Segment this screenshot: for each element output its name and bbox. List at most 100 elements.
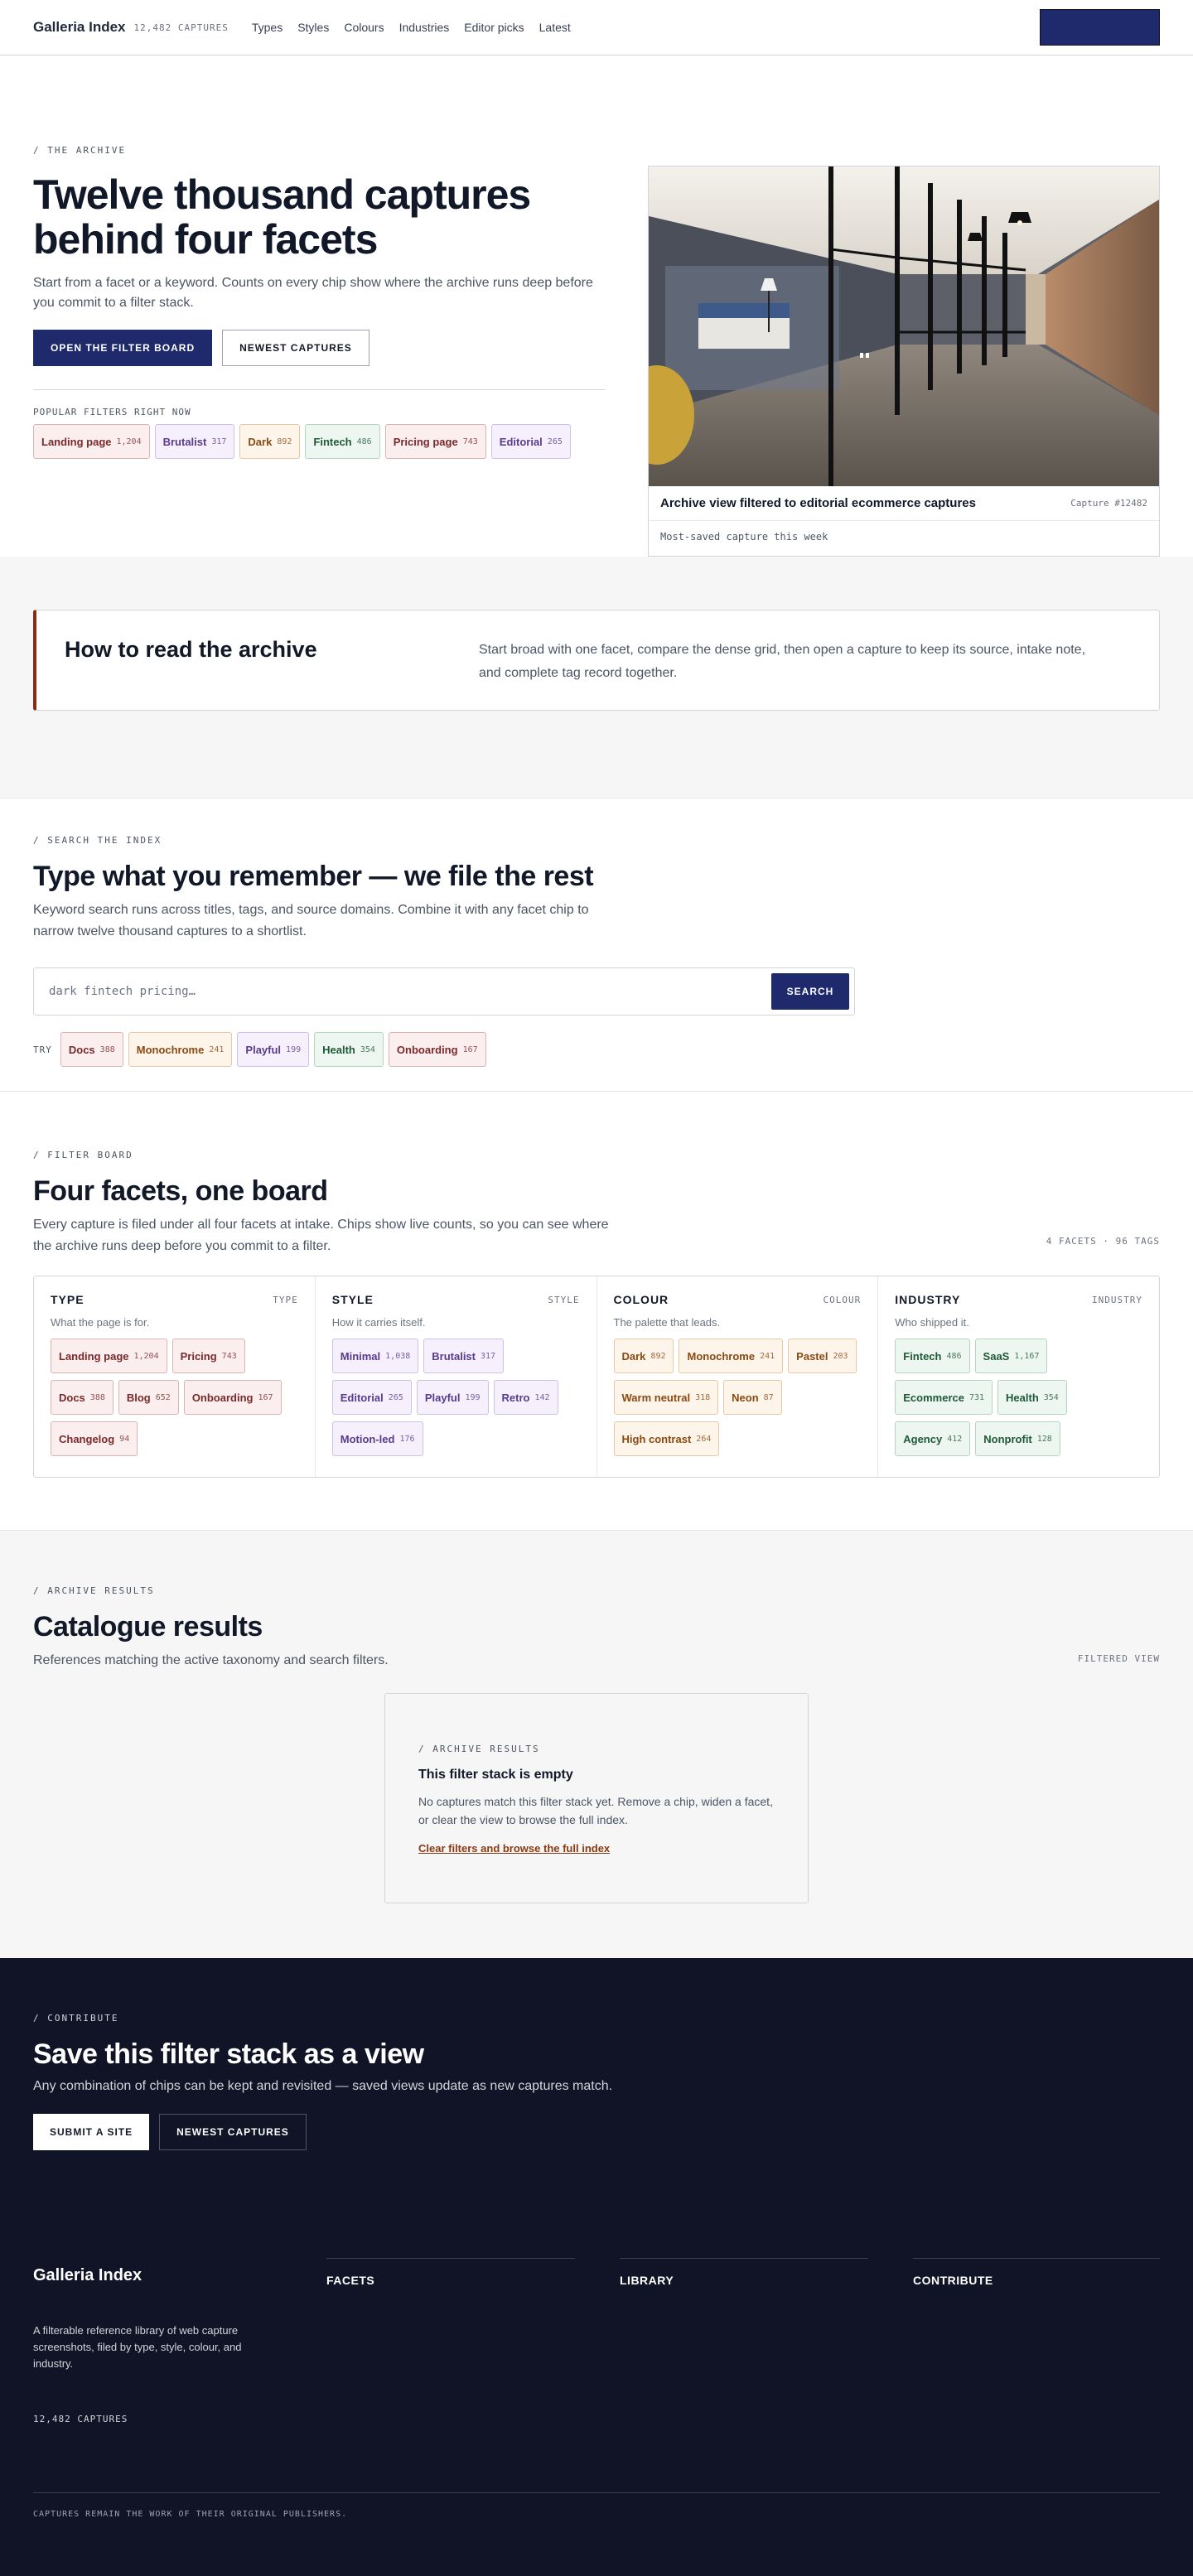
brand-logo[interactable]: Galleria Index [33,19,126,36]
chip-label: Minimal [340,1349,381,1363]
nav-industries[interactable]: Industries [399,21,450,34]
chip-label: Nonprofit [983,1432,1032,1445]
nav-latest[interactable]: Latest [539,21,571,34]
newest-captures-button-footer[interactable]: NEWEST CAPTURES [159,2114,307,2150]
filter-board-section: / FILTER BOARD Four facets, one board Ev… [0,1092,1193,1531]
chip-count: 652 [155,1392,171,1402]
try-chip[interactable]: Monochrome 241 [128,1032,233,1067]
featured-capture-card[interactable]: Archive view filtered to editorial ecomm… [648,166,1160,557]
newest-captures-button[interactable]: NEWEST CAPTURES [222,330,369,366]
chip-count: 354 [1043,1392,1059,1402]
facet-chip[interactable]: SaaS 1,167 [974,1339,1048,1373]
chip-label: Ecommerce [903,1391,964,1404]
try-chip[interactable]: Onboarding 167 [388,1032,486,1067]
chip-label: Retro [501,1391,530,1404]
facet-column: STYLE STYLE How it carries itself. Minimal 1… [316,1276,597,1477]
chip-label: Playful [424,1391,461,1404]
popular-filter-chip[interactable]: Fintech 486 [305,424,380,459]
popular-filters-label: POPULAR FILTERS RIGHT NOW [33,407,191,417]
try-chip[interactable]: Docs 388 [60,1032,123,1067]
footer-brand[interactable]: Galleria Index [33,2266,142,2285]
facet-chip[interactable]: Docs 388 [51,1380,114,1415]
facet-name: TYPE [51,1293,85,1306]
chip-count: 128 [1036,1434,1052,1444]
popular-filter-chip[interactable]: Landing page 1,204 [33,424,150,459]
site-header: Galleria Index 12,482 CAPTURES Types Sty… [0,0,1193,55]
clear-filters-link[interactable]: Clear filters and browse the full index [418,1842,610,1855]
chip-count: 1,204 [133,1351,159,1361]
popular-filter-chip[interactable]: Dark 892 [239,424,301,459]
chip-count: 87 [763,1392,774,1402]
results-meta: FILTERED VIEW [1077,1653,1160,1664]
nav-colours[interactable]: Colours [344,21,384,34]
facet-chip[interactable]: Changelog 94 [51,1421,138,1456]
chip-label: Onboarding [191,1391,254,1404]
chip-label: Editorial [499,435,543,448]
chip-count: 241 [760,1351,775,1361]
chip-label: Landing page [59,1349,129,1363]
results-title: Catalogue results [33,1611,263,1643]
chip-count: 94 [119,1434,130,1444]
footer-note: CAPTURES REMAIN THE WORK OF THEIR ORIGIN… [33,2510,348,2519]
footer-col-library: LIBRARY [620,2258,868,2287]
chip-count: 167 [462,1044,478,1054]
results-description: References matching the active taxonomy … [33,1653,389,1667]
facet-chip[interactable]: Health 354 [997,1380,1067,1415]
facet-chip[interactable]: Fintech 486 [895,1339,970,1373]
chip-count: 176 [399,1434,415,1444]
chip-count: 731 [968,1392,985,1402]
facet-chips: Landing page 1,204 Pricing 743 Docs 388 Blog 65… [51,1339,298,1456]
contribute-description: Any combination of chips can be kept and… [33,2079,613,2093]
facet-chip[interactable]: Playful 199 [416,1380,489,1415]
facet-chip[interactable]: Dark 892 [613,1339,674,1373]
popular-filter-chip[interactable]: Brutalist 317 [154,424,235,459]
nav-styles[interactable]: Styles [297,21,329,34]
facet-name: INDUSTRY [895,1293,961,1306]
contribute-eyebrow: / CONTRIBUTE [33,2013,119,2024]
facet-chip[interactable]: Nonprofit 128 [975,1421,1060,1456]
empty-title: This filter stack is empty [418,1768,573,1782]
chip-label: Agency [903,1432,943,1445]
chip-count: 486 [946,1351,962,1361]
facet-chip[interactable]: Blog 652 [118,1380,179,1415]
nav-types[interactable]: Types [252,21,283,34]
facet-chip[interactable]: High contrast 264 [613,1421,720,1456]
submit-site-button-footer[interactable]: SUBMIT A SITE [33,2114,150,2150]
footer-capture-count: 12,482 CAPTURES [33,2414,128,2424]
facet-chip[interactable]: Retro 142 [493,1380,558,1415]
facet-chip[interactable]: Editorial 265 [331,1380,412,1415]
facet-chip[interactable]: Landing page 1,204 [51,1339,167,1373]
chip-count: 142 [534,1392,550,1402]
submit-site-button[interactable]: SUBMIT A SITE [1040,9,1160,46]
facet-chip[interactable]: Onboarding 167 [183,1380,282,1415]
facet-chip[interactable]: Monochrome 241 [679,1339,784,1373]
search-input[interactable]: dark fintech pricing… [49,985,196,998]
chip-count: 265 [388,1392,403,1402]
facet-chip[interactable]: Neon 87 [723,1380,782,1415]
popular-filter-chip[interactable]: Editorial 265 [490,424,571,459]
search-bar: dark fintech pricing… SEARCH [33,967,855,1015]
facet-chip[interactable]: Pastel 203 [788,1339,857,1373]
nav-editor-picks[interactable]: Editor picks [464,21,524,34]
facet-chip[interactable]: Ecommerce 731 [895,1380,993,1415]
capture-count: 12,482 CAPTURES [133,22,229,33]
contribute-footer-section: / CONTRIBUTE Save this filter stack as a… [0,1958,1193,2576]
chip-label: Pricing [180,1349,217,1363]
facet-tag: INDUSTRY [1092,1294,1142,1305]
chip-label: High contrast [621,1432,692,1445]
try-chip[interactable]: Playful 199 [237,1032,310,1067]
facet-chip[interactable]: Pricing 743 [171,1339,245,1373]
chip-label: Playful [245,1043,282,1056]
facet-chip[interactable]: Brutalist 317 [423,1339,505,1373]
try-chip[interactable]: Health 354 [314,1032,384,1067]
facet-chip[interactable]: Agency 412 [895,1421,971,1456]
facet-chip[interactable]: Warm neutral 318 [613,1380,719,1415]
facet-chip[interactable]: Minimal 1,038 [331,1339,419,1373]
search-button[interactable]: SEARCH [771,973,849,1010]
popular-filter-chip[interactable]: Pricing page 743 [384,424,486,459]
hero-lead: Start from a facet or a keyword. Counts … [33,276,593,310]
chip-count: 203 [833,1351,848,1361]
facet-chip[interactable]: Motion-led 176 [331,1421,423,1456]
open-filter-board-button[interactable]: OPEN THE FILTER BOARD [33,330,213,366]
chip-label: Health [1006,1391,1039,1404]
